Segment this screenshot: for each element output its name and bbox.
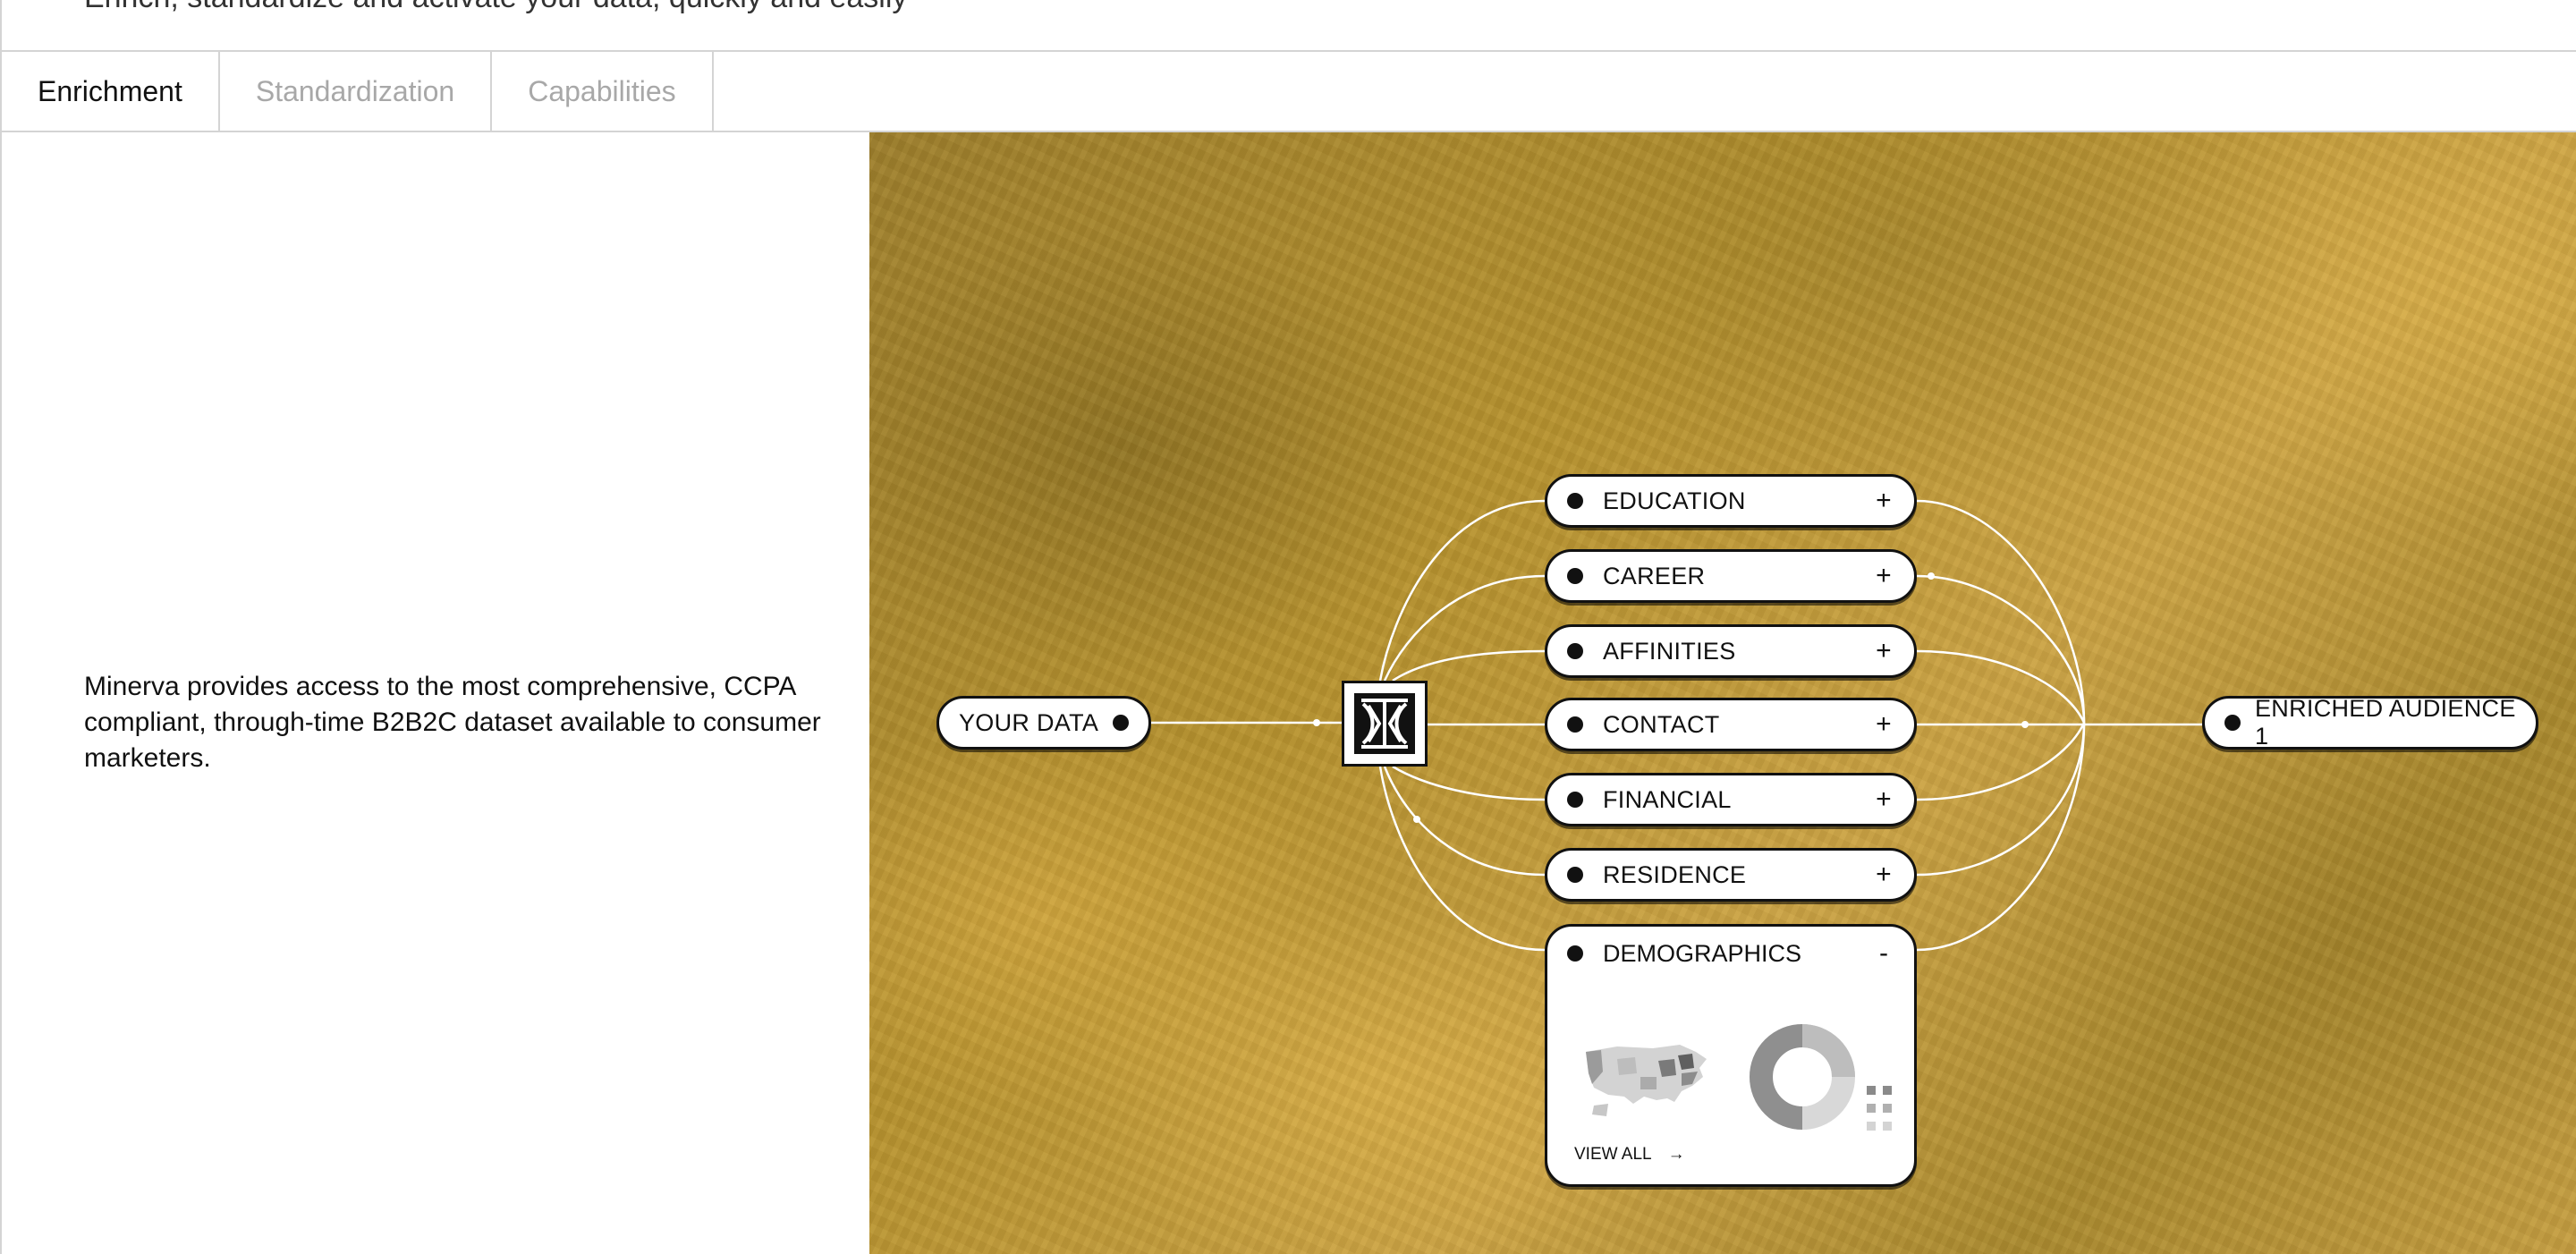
tab-enrichment[interactable]: Enrichment: [0, 52, 220, 131]
category-label: FINANCIAL: [1603, 785, 1732, 813]
expand-toggle[interactable]: +: [1873, 784, 1894, 815]
category-label: RESIDENCE: [1603, 860, 1747, 888]
line-hub-career: [1383, 574, 1546, 682]
category-career[interactable]: CAREER +: [1545, 549, 1917, 603]
line-affinities-merge: [1916, 649, 2086, 724]
view-all-link[interactable]: VIEW ALL →: [1574, 1145, 1685, 1165]
source-pill[interactable]: YOUR DATA: [936, 696, 1151, 750]
line-hub-residence: [1383, 766, 1546, 877]
line-career-merge: [1916, 574, 2086, 724]
line-financial-merge: [1916, 722, 2086, 801]
expand-toggle[interactable]: +: [1873, 561, 1894, 591]
category-label: CAREER: [1603, 562, 1706, 589]
donut-chart-icon: [1749, 1024, 1855, 1130]
connector-node-3: [1928, 572, 1935, 580]
demographics-header[interactable]: DEMOGRAPHICS -: [1547, 927, 1914, 980]
source-dot-icon: [1113, 715, 1129, 731]
description-panel: Minerva provides access to the most comp…: [0, 132, 869, 1254]
hub-logo: [1342, 681, 1428, 767]
line-hub-education: [1378, 499, 1546, 682]
connector-node-4: [2021, 721, 2029, 728]
expand-toggle[interactable]: +: [1873, 709, 1894, 740]
category-label: CONTACT: [1603, 710, 1720, 738]
enrichment-visual: YOUR DATA EDUCATION + CAREER + AFFINITIE…: [869, 132, 2576, 1254]
grid-dots-icon: [1867, 1086, 1892, 1131]
expand-toggle[interactable]: +: [1873, 636, 1894, 666]
collapse-toggle[interactable]: -: [1873, 938, 1894, 969]
source-label: YOUR DATA: [959, 708, 1099, 736]
category-demographics-expanded: DEMOGRAPHICS - VIEW ALL →: [1545, 924, 1917, 1187]
bullet-icon: [1567, 867, 1583, 883]
arrow-right-icon: →: [1667, 1145, 1685, 1164]
category-education[interactable]: EDUCATION +: [1545, 474, 1917, 528]
category-contact[interactable]: CONTACT +: [1545, 698, 1917, 751]
bullet-icon: [1567, 643, 1583, 659]
category-affinities[interactable]: AFFINITIES +: [1545, 624, 1917, 678]
target-label: ENRICHED AUDIENCE 1: [2255, 695, 2516, 750]
view-all-label: VIEW ALL: [1574, 1145, 1652, 1164]
category-residence[interactable]: RESIDENCE +: [1545, 848, 1917, 902]
bullet-icon: [1567, 716, 1583, 733]
category-financial[interactable]: FINANCIAL +: [1545, 773, 1917, 826]
tab-standardization[interactable]: Standardization: [219, 52, 493, 131]
top-strip: Enrich, standardize and activate your da…: [0, 0, 2576, 52]
category-label: AFFINITIES: [1603, 637, 1736, 665]
expand-toggle[interactable]: +: [1873, 486, 1894, 516]
target-dot-icon: [2224, 715, 2241, 731]
bullet-icon: [1567, 493, 1583, 509]
us-map-icon: [1586, 1045, 1707, 1116]
logo-mark-icon: [1354, 693, 1415, 754]
tab-capabilities[interactable]: Capabilities: [492, 52, 714, 131]
description-text: Minerva provides access to the most comp…: [84, 672, 821, 773]
connector-node-1: [1313, 719, 1320, 726]
page: Enrich, standardize and activate your da…: [0, 0, 2576, 1254]
category-label: EDUCATION: [1603, 487, 1746, 514]
line-hub-demographics: [1378, 766, 1546, 952]
category-label: DEMOGRAPHICS: [1603, 939, 1802, 967]
header-partial-text: Enrich, standardize and activate your da…: [84, 0, 907, 15]
bullet-icon: [1567, 568, 1583, 584]
bullet-icon: [1567, 792, 1583, 808]
line-hub-financial: [1392, 765, 1546, 801]
tab-bar: Enrichment Standardization Capabilities: [0, 52, 2576, 132]
target-pill[interactable]: ENRICHED AUDIENCE 1: [2202, 695, 2538, 750]
line-hub-affinities: [1392, 649, 1546, 682]
line-education-merge: [1916, 499, 2086, 724]
line-demographics-merge: [1916, 722, 2086, 952]
expand-toggle[interactable]: +: [1873, 860, 1894, 890]
connector-node-2: [1413, 816, 1420, 823]
bullet-icon: [1567, 945, 1583, 962]
